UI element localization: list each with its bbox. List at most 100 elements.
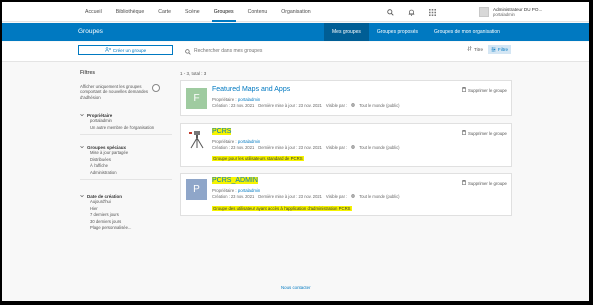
group-title[interactable]: PCRS_ADMIN	[212, 177, 258, 184]
sort-button[interactable]: Titre	[467, 46, 483, 52]
create-group-button[interactable]: Créer un groupe	[78, 45, 173, 55]
delete-group-button[interactable]: Supprimer le groupe	[462, 130, 507, 136]
divider	[80, 179, 172, 181]
globe-icon	[351, 194, 356, 199]
delete-label: Supprimer le groupe	[468, 180, 507, 186]
group-title-text: PCRS	[212, 128, 232, 135]
add-group-icon	[104, 47, 111, 53]
filter-button[interactable]: Filtre	[488, 45, 511, 54]
created-date: Création : 23 nov. 2021	[212, 145, 255, 150]
filter-item[interactable]: Un autre membre de l'organisation	[90, 125, 172, 132]
group-title[interactable]: Featured Maps and Apps	[212, 86, 290, 93]
filter-item[interactable]: Aujourd'hui	[90, 199, 172, 206]
group-tabs: Mes groupes Groupes proposés Groupes de …	[324, 23, 508, 41]
delete-group-button[interactable]: Supprimer le groupe	[462, 180, 507, 186]
search-input[interactable]	[194, 47, 444, 54]
delete-label: Supprimer le groupe	[468, 130, 507, 136]
thumbnail-letter: P	[193, 184, 200, 195]
filter-item[interactable]: 7 derniers jours	[90, 212, 172, 219]
page-header: Groupes Mes groupes Groupes proposés Gro…	[2, 23, 589, 41]
updated-date: Dernière mise à jour : 23 nov. 2021	[258, 145, 322, 150]
group-thumbnail[interactable]: P	[186, 179, 207, 200]
bell-icon[interactable]	[407, 8, 415, 16]
nav-item-carte[interactable]: Carte	[151, 2, 178, 22]
group-card: P PCRS_ADMIN Propriétaire : portaladmin …	[180, 173, 512, 216]
filter-label: Filtre	[497, 47, 509, 52]
filters-panel: Filtres Afficher uniquement les groupes …	[80, 70, 172, 230]
visibility-label: Visible par :	[325, 103, 348, 108]
visibility-value: Tout le monde (public)	[359, 194, 400, 199]
visibility-value: Tout le monde (public)	[359, 145, 400, 150]
filter-item[interactable]: Mise à jour partagée	[90, 150, 172, 157]
user-menu[interactable]: Administrateur DU PO... portaladmin	[479, 7, 542, 17]
nav-item-scene[interactable]: Scène	[178, 2, 207, 22]
filter-item[interactable]: 30 derniers jours	[90, 219, 172, 226]
owner-label: Propriétaire :	[212, 188, 237, 193]
filter-icon	[491, 47, 496, 53]
owner-label: Propriétaire :	[212, 139, 237, 144]
group-title[interactable]: PCRS	[212, 128, 232, 135]
created-date: Création : 23 nov. 2021	[212, 194, 255, 199]
filters-title: Filtres	[80, 70, 96, 76]
visibility-label: Visible par :	[325, 145, 348, 150]
filter-item[interactable]: Plage personnalisée...	[90, 225, 172, 232]
nav-item-groupes[interactable]: Groupes	[207, 2, 241, 22]
search-box	[185, 45, 460, 56]
group-title-text: PCRS_ADMIN	[212, 177, 258, 184]
group-thumbnail[interactable]: F	[186, 88, 207, 109]
owner-link[interactable]: portaladmin	[238, 139, 260, 144]
group-meta: Création : 23 nov. 2021 Dernière mise à …	[212, 194, 400, 199]
app-window: Accueil Bibliothèque Carte Scène Groupes…	[2, 2, 589, 301]
sort-icon	[467, 46, 472, 52]
trash-icon	[462, 180, 466, 186]
nav-item-contenu[interactable]: Contenu	[241, 2, 275, 22]
chevron-down-icon	[80, 145, 84, 150]
thumbnail-letter: F	[193, 93, 200, 104]
tab-groupes-organisation[interactable]: Groupes de mon organisation	[426, 23, 508, 41]
filter-group-owner: Propriétaire portaladmin Un autre membre…	[80, 113, 172, 136]
updated-date: Dernière mise à jour : 23 nov. 2021	[258, 103, 322, 108]
chevron-down-icon	[80, 194, 84, 199]
search-icon[interactable]	[386, 8, 394, 16]
visibility-label: Visible par :	[325, 194, 348, 199]
filter-item[interactable]: Hier	[90, 206, 172, 213]
nav-icons	[386, 2, 436, 22]
results-count: 1 - 3, total : 3	[180, 71, 207, 76]
only-requests-toggle[interactable]	[152, 84, 160, 92]
created-date: Création : 23 nov. 2021	[212, 103, 255, 108]
owner-link[interactable]: portaladmin	[238, 188, 260, 193]
owner-link[interactable]: portaladmin	[238, 97, 260, 102]
globe-icon	[351, 145, 356, 150]
group-thumbnail[interactable]	[186, 130, 207, 151]
nav-menu: Accueil Bibliothèque Carte Scène Groupes…	[78, 2, 318, 22]
contact-link[interactable]: Nous contacter	[281, 285, 311, 290]
only-requests-label: Afficher uniquement les groupes comporta…	[80, 84, 149, 100]
sort-label: Titre	[474, 46, 484, 52]
updated-date: Dernière mise à jour : 23 nov. 2021	[258, 194, 322, 199]
group-owner: Propriétaire : portaladmin	[212, 97, 260, 102]
filter-group-date: Date de création Aujourd'hui Hier 7 dern…	[80, 194, 172, 232]
tab-mes-groupes[interactable]: Mes groupes	[324, 23, 369, 41]
apps-grid-icon[interactable]	[428, 8, 436, 16]
tab-groupes-proposes[interactable]: Groupes proposés	[369, 23, 426, 41]
trash-icon	[462, 130, 466, 136]
toolbar: Créer un groupe Titre Filtre	[2, 42, 589, 62]
nav-item-accueil[interactable]: Accueil	[78, 2, 109, 22]
filter-item[interactable]: portaladmin	[90, 118, 172, 125]
group-card: F Featured Maps and Apps Propriétaire : …	[180, 80, 512, 116]
nav-item-organisation[interactable]: Organisation	[274, 2, 317, 22]
avatar	[479, 7, 489, 17]
filter-item[interactable]: Distribuées	[90, 157, 172, 164]
group-description: Groupe pour les utilisateurs standard de…	[212, 156, 304, 161]
filter-item[interactable]: Administration	[90, 170, 172, 177]
group-meta: Création : 23 nov. 2021 Dernière mise à …	[212, 145, 400, 150]
page-title: Groupes	[78, 28, 103, 35]
delete-group-button[interactable]: Supprimer le groupe	[462, 87, 507, 93]
nav-item-bibliotheque[interactable]: Bibliothèque	[109, 2, 152, 22]
create-group-label: Créer un groupe	[112, 47, 147, 53]
filter-item[interactable]: À l'affiche	[90, 163, 172, 170]
chevron-down-icon	[80, 113, 84, 118]
visibility-value: Tout le monde (public)	[359, 103, 400, 108]
search-icon	[185, 42, 191, 60]
filter-group-special: Groupes spéciaux Mise à jour partagée Di…	[80, 145, 172, 181]
